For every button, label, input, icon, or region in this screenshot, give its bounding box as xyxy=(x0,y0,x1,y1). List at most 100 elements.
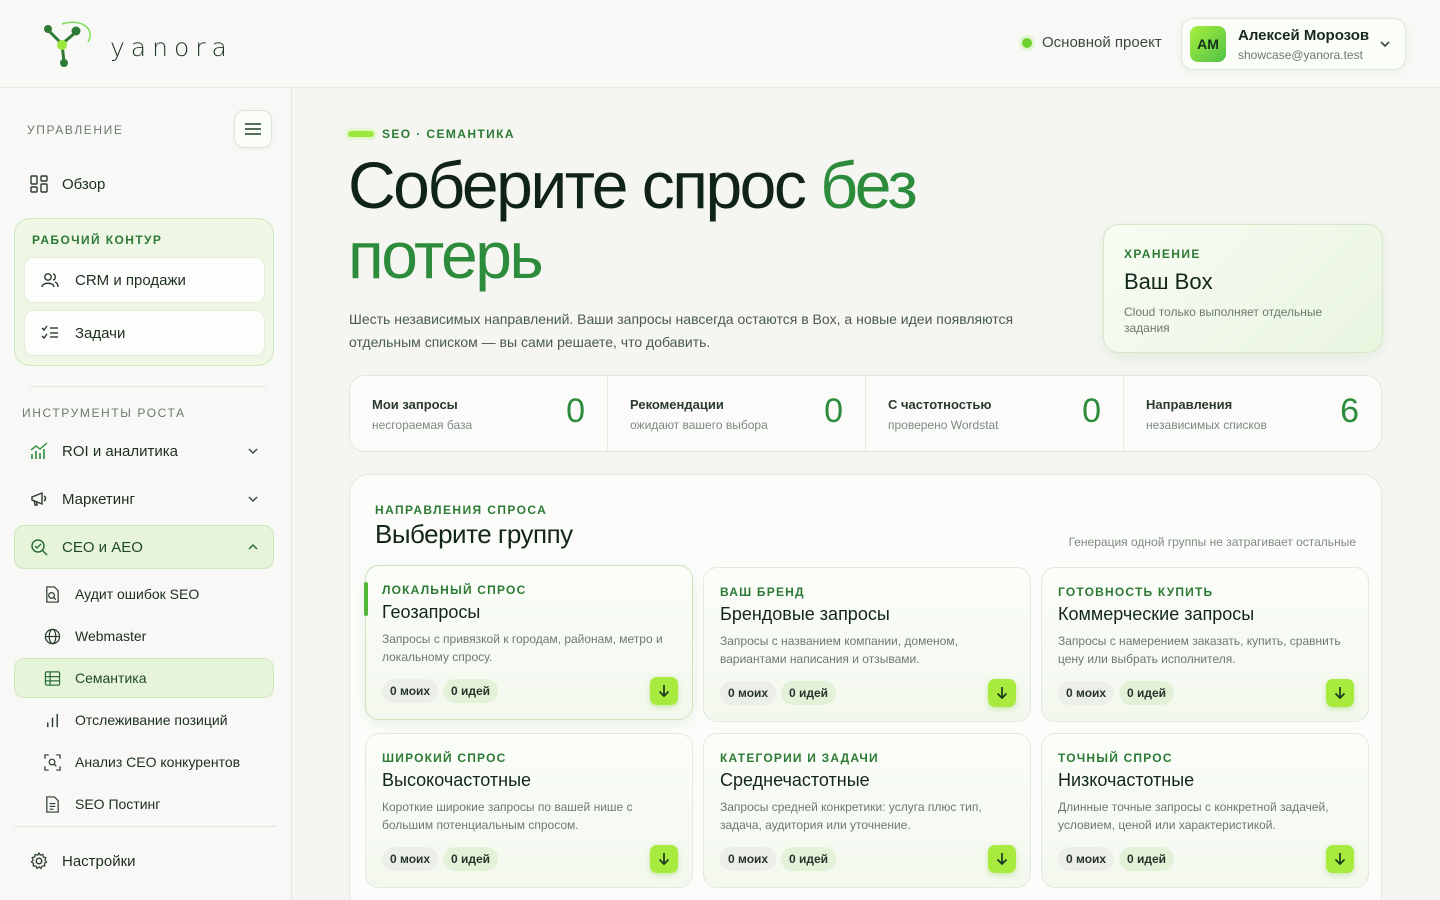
sidebar-subitem-seo-posting[interactable]: SEO Постинг xyxy=(44,784,160,824)
sidebar-subitem-label: Webmaster xyxy=(75,628,147,644)
chevron-down-icon[interactable] xyxy=(247,445,259,457)
project-label: Основной проект xyxy=(1042,34,1162,51)
download-button[interactable] xyxy=(988,845,1016,873)
stat-value: 0 xyxy=(824,392,843,430)
group-card-low-frequency[interactable]: ТОЧНЫЙ СПРОС Низкочастотные Длинные точн… xyxy=(1041,733,1369,888)
stat-title: Рекомендации xyxy=(630,397,724,412)
stat-value: 0 xyxy=(566,392,585,430)
download-button[interactable] xyxy=(650,845,678,873)
sidebar-divider xyxy=(14,826,276,827)
sidebar-item-marketing[interactable]: Маркетинг xyxy=(30,477,135,521)
mine-count-badge: 0 моих xyxy=(720,681,777,705)
download-button[interactable] xyxy=(1326,845,1354,873)
analytics-chart-icon xyxy=(30,442,48,459)
task-list-icon xyxy=(41,325,58,340)
card-description: Длинные точные запросы с конкретной зада… xyxy=(1058,800,1329,832)
top-header: yanora Основной проект AM Алексей Морозо… xyxy=(0,0,1440,88)
storage-label: ХРАНЕНИЕ xyxy=(1124,247,1201,261)
card-label: ТОЧНЫЙ СПРОС xyxy=(1058,751,1173,765)
storage-card: ХРАНЕНИЕ Ваш Box Cloud только выполняет … xyxy=(1103,224,1383,353)
dashboard-icon xyxy=(30,175,48,193)
sidebar-subitem-seo-audit[interactable]: Аудит ошибок SEO xyxy=(44,574,199,614)
ideas-count-badge: 0 идей xyxy=(443,847,499,871)
sidebar-subitem-position-tracking[interactable]: Отслеживание позиций xyxy=(44,700,228,740)
group-card-brand[interactable]: ВАШ БРЕНД Брендовые запросы Запросы с на… xyxy=(703,567,1031,722)
card-description: Запросы с названием компании, доменом, в… xyxy=(720,634,958,666)
stat-frequency: С частотностью проверено Wordstat 0 xyxy=(866,376,1124,451)
search-check-icon xyxy=(31,539,48,556)
sidebar-subitem-competitors[interactable]: Анализ СЕО конкурентов xyxy=(44,742,240,782)
logo[interactable]: yanora xyxy=(40,18,233,70)
group-card-mid-frequency[interactable]: КАТЕГОРИИ И ЗАДАЧИ Среднечастотные Запро… xyxy=(703,733,1031,888)
mine-count-badge: 0 моих xyxy=(382,679,439,703)
avatar: AM xyxy=(1190,26,1226,62)
user-menu[interactable]: AM Алексей Морозов showcase@yanora.test xyxy=(1181,18,1406,70)
section-title-growth: ИНСТРУМЕНТЫ РОСТА xyxy=(22,406,186,420)
selected-indicator xyxy=(364,582,368,616)
group-card-high-frequency[interactable]: ШИРОКИЙ СПРОС Высокочастотные Короткие ш… xyxy=(365,733,693,888)
panel-note: Генерация одной группы не затрагивает ос… xyxy=(1068,535,1356,549)
chevron-up-icon[interactable] xyxy=(247,541,259,553)
sidebar-subitem-webmaster[interactable]: Webmaster xyxy=(44,616,146,656)
project-selector[interactable]: Основной проект xyxy=(1022,34,1162,51)
sidebar-divider xyxy=(30,386,266,387)
arrow-down-icon xyxy=(1334,853,1346,866)
audit-file-icon xyxy=(46,585,59,603)
sidebar-item-tasks[interactable]: Задачи xyxy=(24,310,265,356)
sidebar-item-crm[interactable]: CRM и продажи xyxy=(24,257,265,303)
sidebar-item-label: ROI и аналитика xyxy=(62,442,178,460)
card-label: ВАШ БРЕНД xyxy=(720,585,805,599)
stat-title: Мои запросы xyxy=(372,397,458,412)
chevron-down-icon[interactable] xyxy=(247,493,259,505)
panel-title: Выберите группу xyxy=(375,519,573,549)
logo-molecule-icon xyxy=(44,21,91,67)
scan-search-icon xyxy=(44,753,61,771)
sidebar-subitem-semantics[interactable]: Семантика xyxy=(44,658,147,698)
sidebar-item-settings[interactable]: Настройки xyxy=(30,839,136,883)
megaphone-icon xyxy=(31,491,47,506)
bar-chart-icon xyxy=(47,713,58,727)
arrow-down-icon xyxy=(1334,687,1346,700)
ideas-count-badge: 0 идей xyxy=(781,847,837,871)
download-button[interactable] xyxy=(650,677,678,705)
hamburger-icon xyxy=(245,123,261,135)
card-description: Запросы с намерением заказать, купить, с… xyxy=(1058,634,1341,666)
sidebar-subitem-label: Отслеживание позиций xyxy=(75,712,228,728)
sidebar-item-roi[interactable]: ROI и аналитика xyxy=(30,429,178,473)
group-card-geo[interactable]: ЛОКАЛЬНЫЙ СПРОС Геозапросы Запросы с при… xyxy=(364,565,693,720)
card-title: Среднечастотные xyxy=(720,770,870,790)
stat-value: 6 xyxy=(1340,392,1359,430)
demand-groups-panel: НАПРАВЛЕНИЯ СПРОСА Выберите группу Генер… xyxy=(349,474,1382,900)
panel-eyebrow: НАПРАВЛЕНИЯ СПРОСА xyxy=(375,503,548,517)
ideas-count-badge: 0 идей xyxy=(781,681,837,705)
eyebrow-pill xyxy=(348,131,374,137)
mine-count-badge: 0 моих xyxy=(1058,681,1115,705)
arrow-down-icon xyxy=(658,853,670,866)
stat-subtitle: несгораемая база xyxy=(372,418,473,432)
arrow-down-icon xyxy=(658,685,670,698)
sidebar-subitem-label: Анализ СЕО конкурентов xyxy=(75,754,241,770)
group-card-commercial[interactable]: ГОТОВНОСТЬ КУПИТЬ Коммерческие запросы З… xyxy=(1041,567,1369,722)
card-title: Высокочастотные xyxy=(382,770,532,790)
sidebar-item-seo[interactable]: СЕО и АЕО xyxy=(30,525,143,569)
work-contour-title: РАБОЧИЙ КОНТУР xyxy=(32,233,163,247)
page-title: Соберите спрос без потерь xyxy=(348,150,1068,290)
download-button[interactable] xyxy=(988,679,1016,707)
mine-count-badge: 0 моих xyxy=(382,847,439,871)
page-title-part1: Соберите спрос xyxy=(348,148,821,222)
gear-icon xyxy=(30,852,48,870)
card-label: КАТЕГОРИИ И ЗАДАЧИ xyxy=(720,751,879,765)
download-button[interactable] xyxy=(1326,679,1354,707)
stat-subtitle: ожидают вашего выбора xyxy=(630,418,768,432)
sidebar-item-label: Маркетинг xyxy=(62,490,135,508)
menu-toggle-button[interactable] xyxy=(234,110,272,148)
stats-bar: Мои запросы несгораемая база 0 Рекоменда… xyxy=(349,375,1382,452)
sidebar-item-label: СЕО и АЕО xyxy=(62,538,143,556)
stat-recommendations: Рекомендации ожидают вашего выбора 0 xyxy=(608,376,866,451)
mine-count-badge: 0 моих xyxy=(1058,847,1115,871)
logo-text: yanora xyxy=(110,32,233,62)
globe-icon xyxy=(44,628,61,644)
sidebar-item-overview[interactable]: Обзор xyxy=(30,162,105,206)
stat-directions: Направления независимых списков 6 xyxy=(1124,376,1381,451)
document-icon xyxy=(46,795,59,813)
